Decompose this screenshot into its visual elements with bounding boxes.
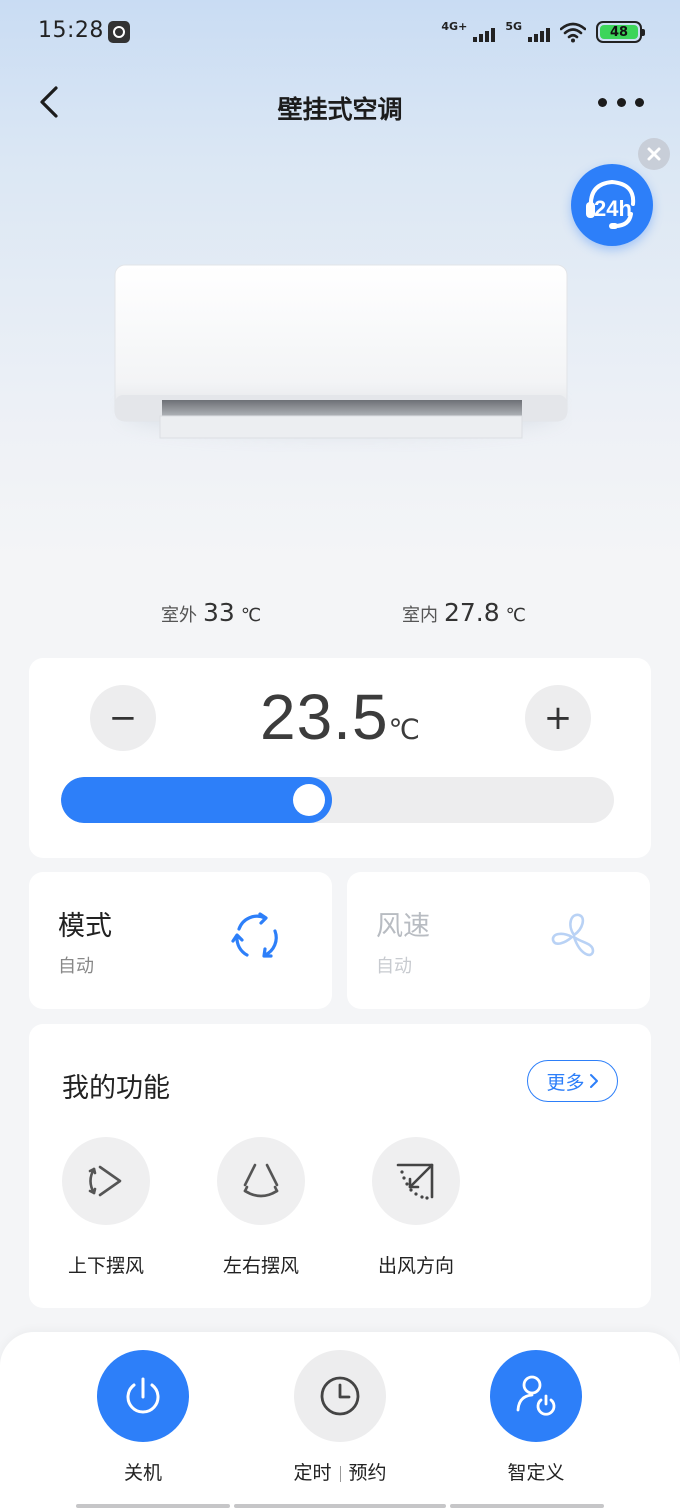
outdoor-label: 室外 (161, 605, 197, 626)
status-time: 15:28 (38, 18, 104, 43)
timer-button[interactable] (294, 1350, 386, 1442)
indoor-label: 室内 (402, 605, 438, 626)
page-title: 壁挂式空调 (277, 95, 403, 124)
airflow-direction-button[interactable] (372, 1137, 460, 1225)
air-conditioner-image (114, 264, 568, 439)
indoor-temperature: 室内 27.8 ℃ (402, 598, 526, 627)
horizontal-swing-icon (243, 1163, 279, 1198)
status-bar: 15:28 4G+ 5G 48 (0, 0, 680, 64)
smart-custom-label: 智定义 (507, 1462, 565, 1484)
vertical-swing-icon (88, 1165, 122, 1197)
cycle-icon (231, 912, 278, 958)
headset-24h-icon: 24h (586, 179, 636, 229)
home-indicator (450, 1504, 604, 1508)
more-options-button[interactable] (598, 92, 644, 112)
clock-icon (320, 1376, 360, 1416)
timer-label-b: 预约 (348, 1462, 387, 1484)
bottom-action-bar: 关机 定时 预约 智定义 (0, 1332, 680, 1511)
mode-tile[interactable]: 模式 自动 (29, 872, 332, 1009)
increase-temperature-button[interactable]: + (525, 685, 591, 751)
function-airflow-direction[interactable]: 出风方向 (361, 1137, 471, 1278)
horizontal-swing-button[interactable] (217, 1137, 305, 1225)
timer-label: 定时 预约 (265, 1458, 415, 1485)
customer-service-24h-button[interactable]: 24h (571, 164, 653, 246)
more-functions-label: 更多 (546, 1071, 585, 1094)
target-temperature-value: 23.5 (259, 681, 389, 753)
target-temperature-unit: ℃ (388, 713, 420, 746)
nav-bar: 壁挂式空调 (0, 70, 680, 140)
indoor-value: 27.8 (444, 598, 500, 627)
my-functions-card: 我的功能 更多 上下摆风 左右摆风 出风方向 (29, 1024, 651, 1308)
app-notification-icon (108, 21, 130, 43)
label-divider (339, 1465, 341, 1482)
vertical-swing-button[interactable] (62, 1137, 150, 1225)
dot-icon (598, 97, 607, 107)
function-vertical-swing[interactable]: 上下摆风 (51, 1137, 161, 1278)
wifi-icon (560, 22, 586, 43)
temperature-slider-fill (61, 777, 332, 823)
chevron-right-icon (589, 1074, 598, 1088)
timer-schedule-action[interactable]: 定时 预约 (265, 1350, 415, 1485)
mode-value: 自动 (58, 956, 94, 977)
fan-speed-tile[interactable]: 风速 自动 (347, 872, 650, 1009)
signal-5g-icon: 5G (505, 20, 550, 44)
temperature-slider-thumb[interactable] (293, 784, 325, 816)
mode-title: 模式 (58, 911, 112, 942)
outdoor-unit: ℃ (240, 605, 262, 626)
status-indicators: 4G+ 5G 48 (441, 20, 645, 44)
fan-speed-value: 自动 (376, 956, 412, 977)
plus-icon: + (543, 698, 573, 738)
fan-icon (551, 913, 595, 957)
horizontal-swing-label: 左右摆风 (222, 1255, 299, 1277)
home-indicator (234, 1504, 446, 1508)
power-icon (126, 1377, 160, 1414)
temperature-control-card: − 23.5℃ + (29, 658, 651, 858)
airflow-direction-label: 出风方向 (377, 1255, 454, 1277)
timer-label-a: 定时 (293, 1462, 332, 1484)
smart-custom-button[interactable] (490, 1350, 582, 1442)
smart-custom-action[interactable]: 智定义 (461, 1350, 611, 1485)
temperature-slider[interactable] (61, 777, 614, 823)
vertical-swing-label: 上下摆风 (67, 1255, 144, 1277)
airflow-direction-icon (396, 1163, 434, 1200)
network-type-label-2: 5G (505, 20, 522, 33)
power-button[interactable] (97, 1350, 189, 1442)
fan-speed-title: 风速 (376, 911, 430, 942)
battery-level: 48 (600, 25, 638, 40)
outdoor-temperature: 室外 33 ℃ (161, 598, 261, 627)
network-type-label: 4G+ (441, 20, 468, 33)
power-off-action[interactable]: 关机 (68, 1350, 218, 1485)
power-label: 关机 (123, 1462, 162, 1484)
home-indicator (76, 1504, 230, 1508)
user-power-icon (516, 1375, 556, 1416)
dot-icon (616, 97, 626, 107)
ambient-temperatures: 室外 33 ℃ 室内 27.8 ℃ (0, 598, 680, 638)
service-badge-text: 24h (594, 196, 632, 221)
indoor-unit: ℃ (505, 605, 526, 626)
dot-icon (635, 97, 644, 107)
signal-4g-icon: 4G+ (441, 20, 496, 44)
battery-icon: 48 (596, 21, 645, 43)
function-horizontal-swing[interactable]: 左右摆风 (206, 1137, 316, 1278)
functions-title: 我的功能 (62, 1073, 170, 1104)
more-functions-button[interactable]: 更多 (527, 1060, 618, 1102)
outdoor-value: 33 (203, 598, 235, 627)
